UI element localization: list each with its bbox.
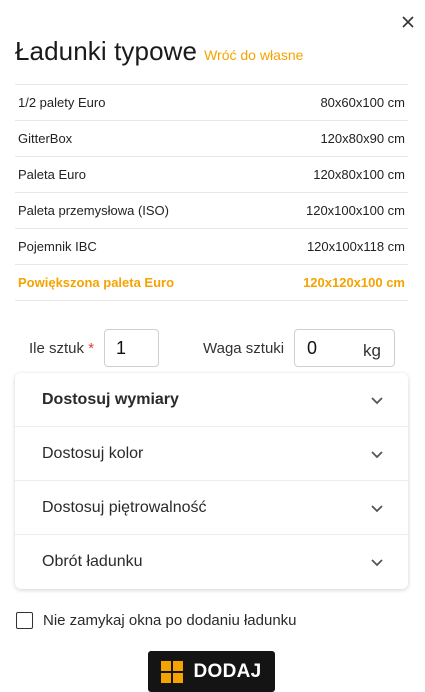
load-item-dims: 80x60x100 cm — [320, 95, 405, 110]
quantity-label: Ile sztuk * — [29, 340, 95, 357]
load-item-name: 1/2 palety Euro — [18, 95, 106, 110]
chevron-down-icon — [371, 450, 383, 458]
keep-open-checkbox[interactable] — [16, 612, 33, 629]
chevron-down-icon — [371, 504, 383, 512]
quantity-input[interactable] — [104, 329, 159, 367]
load-item-selected[interactable]: Powiększona paleta Euro 120x120x100 cm — [15, 265, 408, 301]
accordion-label: Dostosuj kolor — [42, 444, 144, 462]
load-item-dims: 120x80x100 cm — [313, 167, 405, 182]
accordion-color[interactable]: Dostosuj kolor — [15, 427, 408, 481]
quantity-weight-row: Ile sztuk * Waga sztuki kg — [0, 329, 425, 367]
keep-open-option: Nie zamykaj okna po dodaniu ładunku — [16, 612, 297, 629]
load-item[interactable]: Paleta przemysłowa (ISO) 120x100x100 cm — [15, 193, 408, 229]
accordion-label: Dostosuj wymiary — [42, 390, 179, 408]
add-button-label: DODAJ — [193, 660, 262, 682]
options-accordion: Dostosuj wymiary Dostosuj kolor Dostosuj… — [15, 373, 408, 589]
back-to-custom-link[interactable]: Wróć do własne — [204, 47, 303, 63]
close-button[interactable] — [398, 12, 418, 32]
weight-label: Waga sztuki — [203, 340, 285, 357]
grid-icon — [161, 660, 184, 683]
chevron-down-icon — [371, 559, 383, 567]
load-item-name: Pojemnik IBC — [18, 239, 97, 254]
load-item[interactable]: GitterBox 120x80x90 cm — [15, 121, 408, 157]
accordion-stackability[interactable]: Dostosuj piętrowalność — [15, 481, 408, 535]
accordion-label: Obrót ładunku — [42, 553, 143, 570]
load-item-dims: 120x100x100 cm — [305, 203, 405, 218]
weight-unit: kg — [363, 341, 381, 360]
load-item-name: Paleta Euro — [18, 167, 86, 182]
accordion-label: Dostosuj piętrowalność — [42, 498, 207, 516]
load-types-list: 1/2 palety Euro 80x60x100 cm GitterBox 1… — [15, 84, 408, 301]
close-icon — [402, 16, 414, 28]
load-item-name: Paleta przemysłowa (ISO) — [18, 203, 169, 218]
load-item-dims: 120x120x100 cm — [303, 275, 405, 290]
add-button[interactable]: DODAJ — [148, 651, 275, 692]
load-item[interactable]: Paleta Euro 120x80x100 cm — [15, 157, 408, 193]
accordion-dimensions[interactable]: Dostosuj wymiary — [15, 373, 408, 427]
load-item[interactable]: Pojemnik IBC 120x100x118 cm — [15, 229, 408, 265]
load-item-dims: 120x100x118 cm — [306, 239, 405, 254]
load-item-dims: 120x80x90 cm — [320, 131, 405, 146]
weight-field: kg — [294, 329, 395, 367]
required-mark: * — [88, 340, 95, 357]
weight-input[interactable] — [295, 330, 355, 366]
chevron-down-icon — [371, 396, 383, 404]
load-item-name: Powiększona paleta Euro — [18, 275, 175, 290]
keep-open-label: Nie zamykaj okna po dodaniu ładunku — [43, 612, 297, 629]
page-title: Ładunki typowe — [15, 36, 198, 66]
header: Ładunki typowe Wróć do własne — [15, 36, 303, 67]
load-item-name: GitterBox — [18, 131, 73, 146]
accordion-rotation[interactable]: Obrót ładunku — [15, 535, 408, 589]
load-item[interactable]: 1/2 palety Euro 80x60x100 cm — [15, 85, 408, 121]
